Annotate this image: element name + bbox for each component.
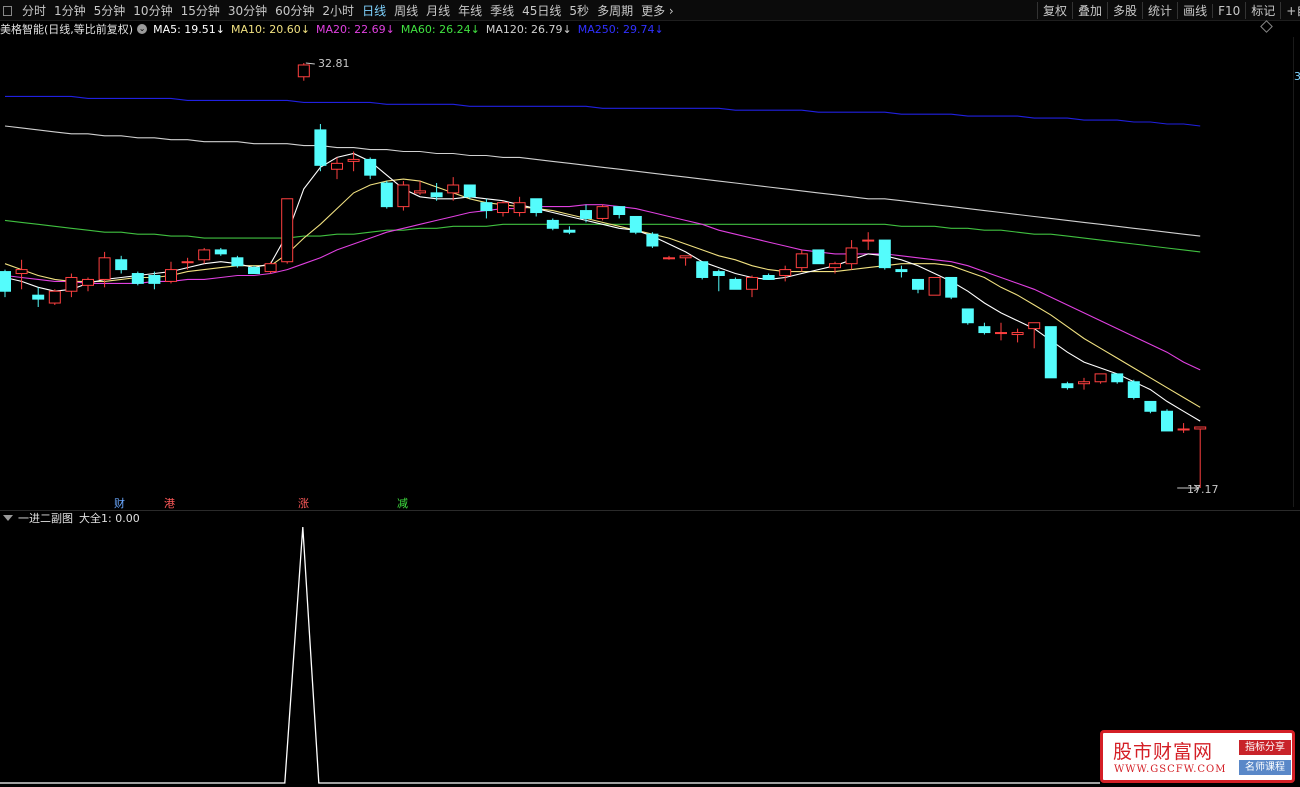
candle-body-54 [895,269,908,273]
candle-body-58 [961,308,974,324]
watermark-badge-course: 名师课程 [1239,760,1291,775]
candle-body-37 [613,206,626,216]
candle-body-46 [762,275,775,280]
candle-body-57 [945,276,958,298]
candle-body-23 [380,182,393,208]
candle-body-53 [878,239,891,269]
candle-body-19 [314,129,327,166]
candle-body-25 [414,190,426,194]
candle-body-60 [995,332,1007,335]
candle-body-29 [480,202,493,212]
candle-body-52 [862,239,875,242]
candle-body-65 [1078,381,1090,385]
candle-body-7 [115,259,128,271]
candle-body-70 [1161,410,1173,432]
candle-body-62 [1028,322,1041,330]
ma20-line [4,204,1201,371]
watermark-site: 股市财富网 [1113,741,1214,763]
candle-body-21 [347,158,360,162]
candle-body-9 [148,275,161,284]
event-tag-hk[interactable]: 港 [164,495,175,511]
candle-body-4 [65,276,78,292]
candle-body-1 [15,269,28,275]
candle-body-55 [912,278,924,290]
candle-body-26 [430,192,443,198]
ma250-line [5,95,1201,127]
sub-indicator-line [0,526,1100,784]
candle-body-17 [281,198,294,263]
candle-body-51 [845,247,858,265]
candle-body-48 [795,253,808,269]
candle-body-40 [663,257,675,260]
candle-body-24 [397,184,410,208]
candle-body-13 [214,249,227,255]
high-pointer [305,62,315,65]
event-tag-limit-up[interactable]: 涨 [298,495,309,511]
candle-body-41 [679,255,692,259]
candle-body-68 [1127,381,1140,398]
candle-body-71 [1177,428,1190,431]
ma60-line [4,219,1201,253]
candle-body-56 [928,276,941,296]
collapse-arrow-icon[interactable] [3,515,13,521]
candle-body-42 [696,261,709,278]
candle-body-0 [0,271,11,292]
candle-body-30 [497,202,509,214]
candle-body-2 [32,294,45,300]
candle-body-22 [364,158,377,176]
candle-body-49 [812,249,825,265]
candle-body-16 [264,263,277,273]
price-chart[interactable] [0,0,1300,787]
candle-body-31 [513,202,526,214]
candle-body-10 [165,269,177,282]
watermark-logo: 股市财富网 WWW.GSCFW.COM 指标分享 名师课程 [1100,730,1295,783]
candle-body-18 [297,64,310,78]
candle-body-44 [729,278,742,290]
sub-panel-title: 一进二副图 [18,512,73,525]
candle-body-64 [1061,383,1074,389]
candle-body-50 [829,263,841,269]
candle-body-14 [231,257,244,267]
sub-indicator-value: 大全1: 0.00 [79,512,140,525]
low-price-label: 17.17 [1187,483,1219,496]
ma5-line [4,152,1201,422]
event-tag-reduce[interactable]: 减 [397,495,408,511]
watermark-badge-share: 指标分享 [1239,740,1291,755]
candle-body-39 [646,233,659,247]
candle-body-43 [712,271,725,277]
high-price-label: 32.81 [318,57,350,70]
candle-body-28 [463,184,476,198]
candle-body-27 [447,184,460,194]
candle-body-34 [563,229,576,233]
candle-body-5 [82,278,94,286]
candle-body-15 [248,267,260,275]
candle-body-11 [181,261,194,264]
event-tag-finance[interactable]: 财 [114,495,125,511]
candle-body-12 [198,249,211,261]
candle-body-20 [331,162,343,170]
candle-body-8 [131,273,144,284]
candle-body-63 [1044,326,1057,379]
candle-body-36 [596,206,609,219]
candle-body-35 [580,210,592,219]
candle-body-33 [546,219,559,229]
candle-body-59 [978,326,991,334]
candle-body-66 [1094,373,1107,383]
candle-body-67 [1111,373,1124,383]
candle-body-38 [629,215,642,233]
candle-body-3 [48,290,61,304]
sub-panel-info: 一进二副图 大全1: 0.00 [0,511,140,525]
candle-body-45 [746,276,758,290]
candle-body-6 [98,257,111,280]
candle-body-69 [1144,400,1157,412]
candle-body-72 [1194,426,1207,430]
candle-body-32 [530,198,543,214]
panel-divider[interactable] [0,510,1300,511]
watermark-url: WWW.GSCFW.COM [1114,764,1227,775]
candle-body-61 [1011,332,1024,336]
candle-body-47 [779,269,792,277]
